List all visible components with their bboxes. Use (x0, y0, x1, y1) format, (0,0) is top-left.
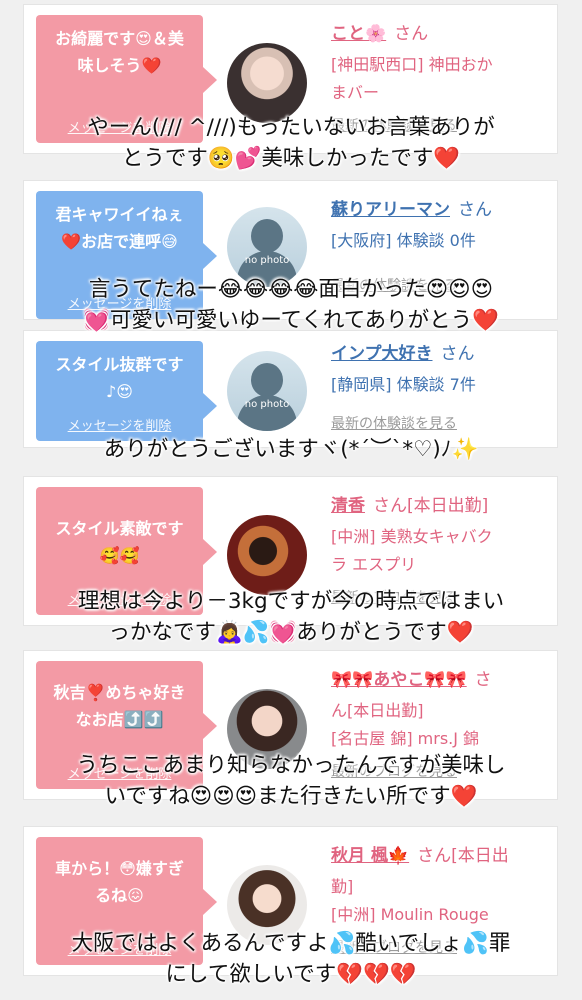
location-line: ラ エスプリ (331, 555, 417, 574)
message-text-line: お綺麗です😍＆美 (55, 29, 184, 48)
message-text-line: 君キャワイイねぇ (55, 205, 184, 224)
user-name-link[interactable]: インプ大好き (331, 344, 433, 364)
message-text-line: ♪😍 (106, 382, 133, 401)
reply-caption: 言うてたねー😂😂😂😂面白かった😍😍😍 💓可愛い可愛いゆーてくれてありがとう❤️ (0, 274, 582, 336)
message-text-line: なお店⤴️⤴️ (75, 710, 164, 729)
message-text-line: 味しそう❤️ (77, 56, 162, 75)
caption-line: とうです🥺💕美味しかったです❤️ (121, 146, 461, 171)
location-line: まバー (331, 83, 380, 102)
message-text-line: スタイル素敵です (55, 519, 184, 538)
user-name-row: 清香 さん[本日出勤] (331, 491, 551, 521)
user-name-row: 蘇りアリーマン さん (331, 195, 551, 225)
caption-line: ありがとうございますヾ(*´︶`*♡)ﾉ✨ (103, 437, 479, 462)
message-text-line: 車から！😳嫌すぎ (55, 859, 184, 878)
caption-line: 💓可愛い可愛いゆーてくれてありがとう❤️ (83, 308, 499, 333)
person-icon (251, 219, 283, 253)
honorific: さん (394, 24, 429, 44)
user-name-row: インプ大好き さん (331, 339, 551, 369)
reply-caption: 理想は今より－3kgですが今の時点ではまい っかなです🙇‍♀️💦💓ありがとうです… (0, 586, 582, 648)
reply-caption: やーん(/// ^///)もったいないお言葉ありが とうです🥺💕美味しかったです… (0, 112, 582, 174)
person-icon (251, 363, 283, 397)
caption-line: やーん(/// ^///)もったいないお言葉ありが (87, 115, 495, 140)
user-name-link[interactable]: こと🌸 (331, 24, 386, 44)
honorific: さん (458, 200, 492, 220)
honorific: さ (474, 670, 492, 690)
status-text: 勤] (331, 877, 354, 896)
delete-message-link[interactable]: メッセージを削除 (36, 419, 203, 435)
caption-line: うちここあまり知らなかったんですが美味し (76, 753, 506, 778)
caption-line: にして欲しいです💔💔💔 (165, 962, 417, 987)
avatar[interactable] (227, 43, 307, 123)
user-name-row: こと🌸 さん (331, 19, 551, 49)
location-text[interactable]: 勤] [中洲] Moulin Rouge (331, 873, 551, 929)
user-name-link[interactable]: 清香 (331, 496, 365, 516)
user-name-link[interactable]: 蘇りアリーマン (331, 200, 450, 220)
caption-line: 大阪ではよくあるんですよ💦酷いでしょ💦罪 (71, 931, 511, 956)
honorific: さん[本日出勤] (373, 496, 489, 516)
message-text-line: ❤️お店で連呼😅 (61, 232, 178, 251)
message-text-line: 🥰🥰 (99, 546, 140, 565)
location-line: [名古屋 錦] mrs.J 錦 (331, 729, 480, 748)
message-text-line: 秋吉❣️めちゃ好き (53, 683, 186, 702)
caption-line: 言うてたねー😂😂😂😂面白かった😍😍😍 (88, 277, 494, 302)
location-text[interactable]: [大阪府] 体験談 0件 (331, 227, 551, 255)
location-text[interactable]: ん[本日出勤] [名古屋 錦] mrs.J 錦 (331, 697, 551, 753)
no-photo-label: no photo (244, 399, 290, 410)
location-text[interactable]: [静岡県] 体験談 7件 (331, 371, 551, 399)
user-name-row: 秋月 楓🍁 さん[本日出 (331, 841, 551, 871)
user-name-row: 🎀🎀あやこ🎀🎀 さ (331, 665, 551, 695)
location-line: [中洲] 美熟女キャバク (331, 527, 493, 546)
message-bubble: スタイル抜群です ♪😍 メッセージを削除 (36, 341, 217, 441)
caption-line: いですね😍😍😍また行きたい所です❤️ (104, 784, 478, 809)
location-line: [中洲] Moulin Rouge (331, 905, 489, 924)
caption-line: 理想は今より－3kgですが今の時点ではまい (77, 589, 505, 614)
user-name-link[interactable]: 🎀🎀あやこ🎀🎀 (331, 670, 467, 690)
message-feed: お綺麗です😍＆美 味しそう❤️ メッセージを削除 こと🌸 さん [神田駅西口] 神… (0, 0, 582, 1000)
avatar-no-photo[interactable]: no photo (227, 351, 307, 431)
avatar[interactable] (227, 515, 307, 595)
message-text-line: るね😖 (95, 886, 144, 905)
caption-line: っかなです🙇‍♀️💦💓ありがとうです❤️ (108, 620, 474, 645)
no-photo-label: no photo (244, 255, 290, 266)
location-line: [神田駅西口] 神田おか (331, 55, 493, 74)
reply-caption: 大阪ではよくあるんですよ💦酷いでしょ💦罪 にして欲しいです💔💔💔 (0, 928, 582, 990)
reply-caption: ありがとうございますヾ(*´︶`*♡)ﾉ✨ (0, 434, 582, 465)
location-text[interactable]: [中洲] 美熟女キャバク ラ エスプリ (331, 523, 551, 579)
message-card: スタイル抜群です ♪😍 メッセージを削除 no photo インプ大好き さん [… (23, 330, 558, 448)
honorific: さん[本日出 (417, 846, 509, 866)
user-name-link[interactable]: 秋月 楓🍁 (331, 846, 409, 866)
status-text: ん[本日出勤] (331, 701, 424, 720)
honorific: さん (440, 344, 475, 364)
reply-caption: うちここあまり知らなかったんですが美味し いですね😍😍😍また行きたい所です❤️ (0, 750, 582, 812)
location-text[interactable]: [神田駅西口] 神田おか まバー (331, 51, 551, 107)
latest-link[interactable]: 最新の体験談を見る (331, 415, 551, 433)
message-text-line: スタイル抜群です (55, 355, 184, 374)
